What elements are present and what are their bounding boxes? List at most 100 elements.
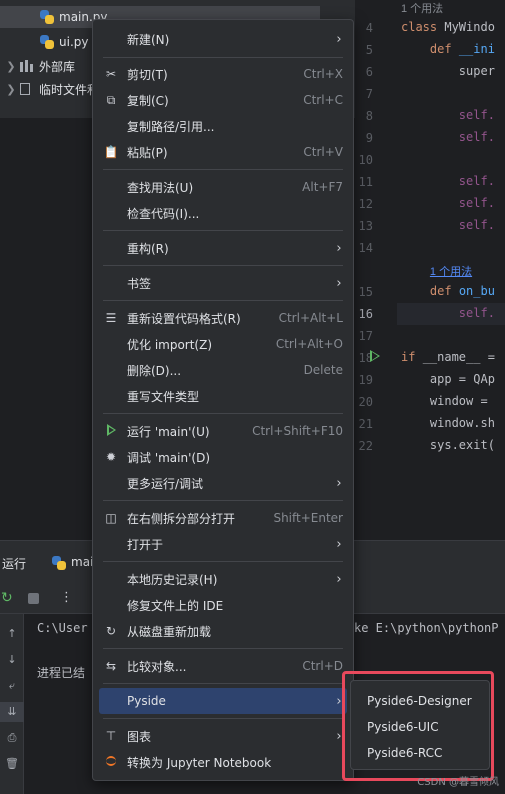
menu-item-diagrams[interactable]: ⊤ 图表 ›: [99, 723, 347, 749]
chevron-right-icon[interactable]: ❯: [4, 60, 18, 73]
submenu-item-designer[interactable]: Pyside6-Designer: [357, 689, 483, 713]
menu-item-open-split[interactable]: ◫ 在右侧拆分部分打开 Shift+Enter: [99, 505, 347, 531]
tree-item-external-libs[interactable]: ❯ 外部库: [0, 55, 75, 77]
tab-run[interactable]: 运行: [2, 555, 26, 572]
menu-label: 查找用法(U): [127, 180, 194, 195]
tree-item-scratches[interactable]: ❯ 临时文件和: [0, 78, 99, 100]
code-editor[interactable]: 1 个用法 class MyWindo def __ini super self…: [397, 0, 505, 530]
menu-item-new[interactable]: 新建(N) ›: [99, 26, 347, 52]
chevron-right-icon[interactable]: ❯: [4, 83, 18, 96]
menu-item-convert-jupyter[interactable]: 转换为 Jupyter Notebook: [99, 749, 347, 775]
arrow-up-icon[interactable]: ↑: [0, 624, 24, 644]
code-token: on_bu: [458, 284, 495, 298]
menu-item-optimize-imports[interactable]: 优化 import(Z) Ctrl+Alt+O: [99, 331, 347, 357]
scroll-to-end-icon[interactable]: ⇊: [0, 702, 24, 722]
editor-gutter: 4 5 6 7 8 9 10 11 12 13 14 15 16 17 18 1…: [355, 0, 397, 530]
chevron-right-icon: ›: [336, 240, 342, 256]
tab-main[interactable]: mai: [71, 555, 93, 569]
line-number: 19: [358, 373, 373, 387]
menu-separator: [103, 265, 343, 266]
menu-item-cut[interactable]: ✂ 剪切(T) Ctrl+X: [99, 61, 347, 87]
python-file-icon: [40, 35, 54, 49]
menu-separator: [103, 413, 343, 414]
line-number: 22: [358, 439, 373, 453]
run-icon: [99, 423, 121, 439]
console-line: ke E:\python\pythonP: [354, 621, 499, 635]
tree-item-label: 外部库: [39, 59, 76, 74]
line-number: 12: [358, 197, 373, 211]
chevron-right-icon: ›: [336, 693, 342, 709]
menu-shortcut: Ctrl+Alt+O: [275, 337, 343, 351]
menu-item-copy[interactable]: ⧉ 复制(C) Ctrl+C: [99, 87, 347, 113]
code-token: def: [429, 284, 459, 298]
menu-item-paste[interactable]: 📋 粘贴(P) Ctrl+V: [99, 139, 347, 165]
usage-hint[interactable]: 1 个用法: [430, 266, 472, 278]
menu-label: 修复文件上的 IDE: [127, 598, 224, 613]
code-token: window.sh: [429, 416, 495, 430]
code-token: super: [458, 64, 495, 78]
menu-item-more-run-debug[interactable]: 更多运行/调试 ›: [99, 470, 347, 496]
menu-separator: [103, 230, 343, 231]
code-token: self.: [458, 196, 495, 210]
menu-item-refactor[interactable]: 重构(R) ›: [99, 235, 347, 261]
menu-item-bookmarks[interactable]: 书签 ›: [99, 270, 347, 296]
menu-label: Pyside: [127, 694, 166, 708]
trash-icon[interactable]: 🗑: [0, 754, 24, 774]
menu-label: 调试 'main'(D): [127, 450, 210, 465]
menu-item-reload-from-disk[interactable]: ↻ 从磁盘重新加载: [99, 618, 347, 644]
menu-shortcut: Ctrl+V: [303, 145, 343, 159]
menu-item-pyside[interactable]: Pyside ›: [99, 688, 347, 714]
menu-label: 重构(R): [127, 241, 169, 256]
stop-icon[interactable]: [28, 593, 39, 604]
menu-item-open-in[interactable]: 打开于 ›: [99, 531, 347, 557]
pyside-submenu: Pyside6-Designer Pyside6-UIC Pyside6-RCC: [350, 680, 490, 770]
submenu-item-uic[interactable]: Pyside6-UIC: [357, 715, 483, 739]
menu-item-run-main[interactable]: 运行 'main'(U) Ctrl+Shift+F10: [99, 418, 347, 444]
menu-label: 图表: [127, 729, 152, 744]
more-options-icon[interactable]: ⋮: [60, 590, 73, 605]
rerun-icon[interactable]: ↻: [1, 590, 13, 606]
jupyter-icon: [99, 755, 121, 769]
menu-item-reformat[interactable]: ☰ 重新设置代码格式(R) Ctrl+Alt+L: [99, 305, 347, 331]
diagram-icon: ⊤: [105, 729, 117, 743]
code-token: class: [401, 20, 445, 34]
menu-label: 在右侧拆分部分打开: [127, 511, 236, 526]
menu-separator: [103, 300, 343, 301]
submenu-item-rcc[interactable]: Pyside6-RCC: [357, 741, 483, 765]
menu-label: 比较对象...: [127, 659, 187, 674]
tree-item-ui-py[interactable]: ui.py: [0, 31, 88, 53]
menu-label: 重写文件类型: [127, 389, 200, 404]
chevron-right-icon: ›: [336, 275, 342, 291]
menu-shortcut: Ctrl+Shift+F10: [252, 424, 343, 438]
run-gutter-icon[interactable]: [370, 350, 380, 362]
menu-label: 从磁盘重新加载: [127, 624, 212, 639]
menu-item-fix-ide[interactable]: 修复文件上的 IDE: [99, 592, 347, 618]
line-number: 16: [358, 307, 373, 321]
menu-item-inspect-code[interactable]: 检查代码(I)...: [99, 200, 347, 226]
chevron-right-icon: ›: [336, 536, 342, 552]
copy-icon: ⧉: [106, 92, 116, 107]
menu-item-debug-main[interactable]: ✹ 调试 'main'(D): [99, 444, 347, 470]
menu-item-compare-with[interactable]: ⇆ 比较对象... Ctrl+D: [99, 653, 347, 679]
run-side-toolbar: ↑ ↓ ⤶ ⇊ ⎙ 🗑: [0, 614, 24, 794]
scratches-icon: [20, 83, 34, 95]
line-number: 8: [365, 109, 373, 123]
arrow-down-icon[interactable]: ↓: [0, 650, 24, 670]
menu-label: 粘贴(P): [127, 145, 168, 160]
menu-item-local-history[interactable]: 本地历史记录(H) ›: [99, 566, 347, 592]
menu-item-copy-path[interactable]: 复制路径/引用...: [99, 113, 347, 139]
library-icon: [20, 60, 34, 72]
chevron-right-icon: ›: [336, 475, 342, 491]
soft-wrap-icon[interactable]: ⤶: [0, 676, 24, 696]
print-icon[interactable]: ⎙: [0, 728, 24, 748]
menu-item-delete[interactable]: 删除(D)... Delete: [99, 357, 347, 383]
console-line: C:\User: [37, 621, 88, 635]
usage-hint[interactable]: 1 个用法: [401, 3, 443, 15]
watermark: CSDN @暮雪倾风: [417, 777, 499, 788]
code-token: self.: [458, 130, 495, 144]
menu-label: 新建(N): [127, 32, 170, 47]
menu-item-override-file-type[interactable]: 重写文件类型: [99, 383, 347, 409]
menu-item-find-usages[interactable]: 查找用法(U) Alt+F7: [99, 174, 347, 200]
code-token: MyWindo: [444, 20, 495, 34]
chevron-right-icon: ›: [336, 31, 342, 47]
